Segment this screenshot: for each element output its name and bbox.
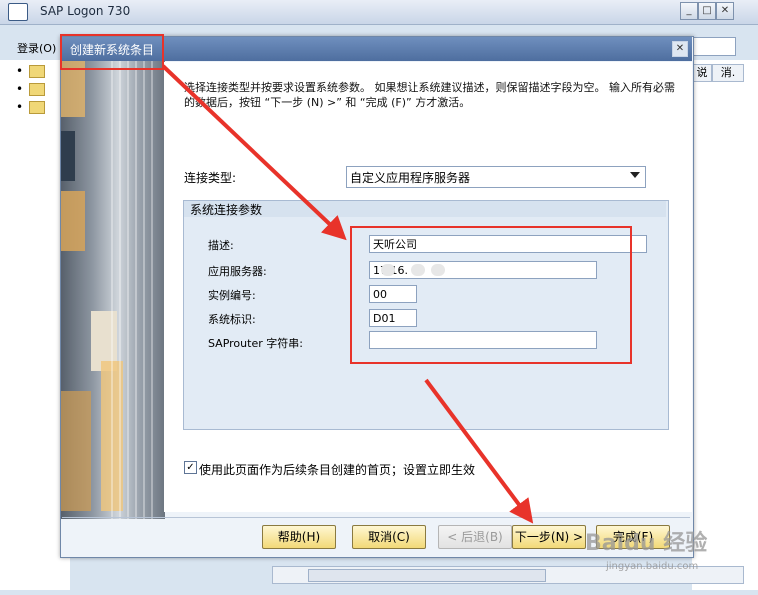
arrow-to-fields xyxy=(161,64,347,241)
arrow-to-next-button xyxy=(424,378,534,524)
baidu-watermark-url: jingyan.baidu.com xyxy=(606,561,699,572)
baidu-watermark: Baidu 经验 xyxy=(585,531,708,556)
annotation-arrows xyxy=(161,64,534,524)
